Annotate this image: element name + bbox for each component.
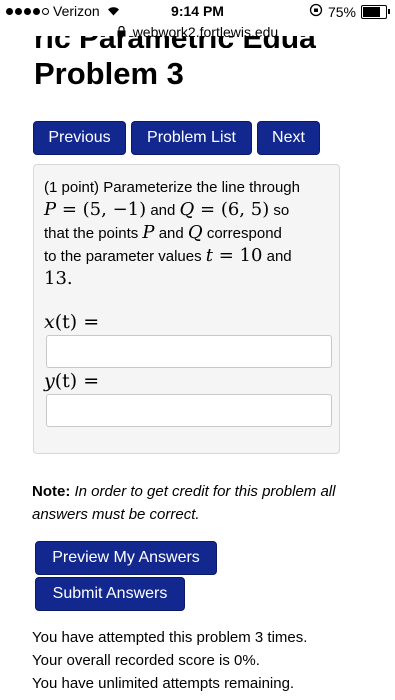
preview-answers-button[interactable]: Preview My Answers bbox=[35, 541, 217, 575]
page-title: Problem 3 bbox=[34, 56, 184, 91]
problem-statement: (1 point) Parameterize the line through … bbox=[44, 179, 300, 289]
attempts-info: You have attempted this problem 3 times.… bbox=[32, 626, 307, 695]
attempts-remaining: You have unlimited attempts remaining. bbox=[32, 675, 295, 692]
submit-answers-button[interactable]: Submit Answers bbox=[35, 577, 185, 611]
point-q: Q = (6, 5) bbox=[179, 199, 270, 220]
y-of-t-input[interactable] bbox=[46, 394, 332, 427]
param-t: t = 10 bbox=[205, 245, 263, 266]
score-text: Your overall recorded score is 0%. bbox=[32, 652, 260, 669]
x-of-t-input[interactable] bbox=[46, 335, 332, 368]
previous-button[interactable]: Previous bbox=[33, 121, 126, 155]
problem-box: (1 point) Parameterize the line through … bbox=[33, 164, 340, 454]
problem-list-button[interactable]: Problem List bbox=[131, 121, 252, 155]
rotation-lock-icon bbox=[309, 3, 323, 20]
note-text: In order to get credit for this problem … bbox=[32, 483, 336, 523]
points-label: (1 point) bbox=[44, 179, 100, 196]
next-button[interactable]: Next bbox=[257, 121, 320, 155]
param-value-2: 13. bbox=[44, 268, 73, 289]
clipped-heading: ric Parametric Equa bbox=[34, 36, 394, 48]
attempts-count: You have attempted this problem 3 times. bbox=[32, 629, 308, 646]
battery-percent: 75% bbox=[327, 3, 356, 20]
problem-navigation: Previous Problem List Next bbox=[33, 121, 320, 155]
note-label: Note: bbox=[32, 483, 71, 500]
x-of-t-label: x(t) = bbox=[44, 311, 100, 333]
note: Note: In order to get credit for this pr… bbox=[32, 480, 352, 526]
y-of-t-label: y(t) = bbox=[44, 370, 100, 392]
battery-icon bbox=[361, 4, 390, 19]
status-bar: Verizon 9:14 PM 75% bbox=[0, 0, 395, 22]
point-p: P = (5, −1) bbox=[44, 199, 147, 220]
battery-status: 75% bbox=[309, 3, 390, 20]
